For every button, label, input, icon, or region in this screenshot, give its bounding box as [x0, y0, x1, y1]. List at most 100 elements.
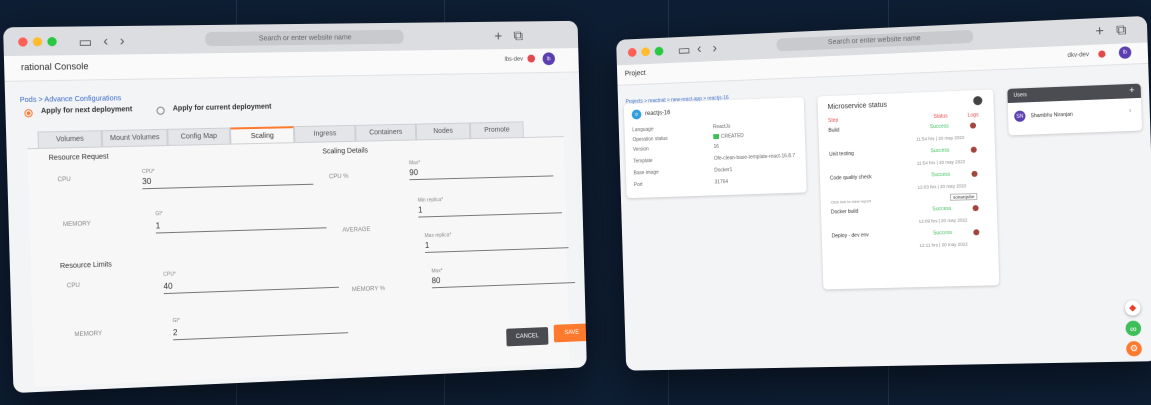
- detail-key: Base image: [633, 169, 659, 177]
- new-tab-icon[interactable]: +: [494, 28, 502, 44]
- minimize-window-dot[interactable]: [641, 47, 651, 57]
- limits-memory-value: 2: [172, 328, 178, 338]
- request-memory-label: MEMORY: [62, 221, 91, 229]
- cancel-button[interactable]: CANCEL: [506, 327, 549, 347]
- notification-icon[interactable]: [527, 54, 536, 63]
- tab-label: Ingress: [313, 130, 337, 138]
- users-card: Users + SN Shambhu Niranjan ›: [1007, 83, 1143, 136]
- cancel-button-label: CANCEL: [515, 333, 539, 341]
- request-memory-input[interactable]: 1: [155, 216, 327, 234]
- tab-label: Scaling: [250, 132, 274, 140]
- radio-next-deployment[interactable]: [24, 109, 33, 118]
- detail-value: 16: [713, 143, 720, 150]
- gitlab-fab-icon[interactable]: ◆: [1124, 300, 1141, 316]
- min-replicas-input[interactable]: 1: [418, 201, 562, 218]
- tabs-overview-icon[interactable]: ⧉: [513, 27, 523, 43]
- scaling-cpu-label: CPU %: [328, 173, 349, 181]
- sonar-note: Click link to view report: [830, 198, 872, 205]
- close-window-dot[interactable]: [18, 37, 28, 47]
- save-button[interactable]: SAVE: [553, 323, 587, 343]
- forward-arrow-icon[interactable]: ›: [712, 39, 717, 55]
- users-card-header: Users +: [1007, 83, 1142, 104]
- user-avatar[interactable]: lb: [542, 52, 556, 66]
- step-name: Build: [828, 127, 840, 134]
- log-icon[interactable]: [970, 146, 977, 153]
- minimize-window-dot[interactable]: [32, 37, 43, 47]
- detail-key: Language: [632, 126, 654, 134]
- log-icon[interactable]: [972, 205, 979, 212]
- column-header-logs: Logs: [967, 112, 979, 119]
- sonarqube-link[interactable]: sonarqube: [949, 192, 978, 201]
- address-bar-text: Search or enter website name: [258, 33, 352, 43]
- scaling-cpu-input[interactable]: 90: [409, 164, 554, 181]
- maximize-window-dot[interactable]: [654, 46, 664, 56]
- limits-memory-field-label: GI*: [172, 317, 181, 325]
- request-cpu-input[interactable]: 30: [142, 172, 314, 190]
- scaling-memory-value: 80: [431, 276, 441, 286]
- sidebar-toggle-icon[interactable]: ▭: [677, 41, 690, 57]
- address-bar[interactable]: Search or enter website name: [205, 29, 404, 47]
- scaling-memory-input[interactable]: 80: [431, 271, 576, 289]
- tab-promote[interactable]: Promote: [469, 121, 524, 139]
- github-icon[interactable]: [973, 95, 983, 106]
- limits-cpu-input[interactable]: 40: [163, 275, 340, 295]
- tab-config-map[interactable]: Config Map: [167, 127, 231, 146]
- maximize-window-dot[interactable]: [47, 36, 57, 47]
- step-name: Docker build: [830, 208, 859, 216]
- notification-icon[interactable]: [1098, 50, 1106, 58]
- back-arrow-icon[interactable]: ‹: [103, 32, 108, 48]
- sidebar-toggle-icon[interactable]: ▭: [78, 33, 92, 50]
- chevron-right-icon[interactable]: ›: [1129, 107, 1132, 114]
- tab-scaling[interactable]: Scaling: [229, 126, 295, 144]
- tab-nodes[interactable]: Nodes: [415, 122, 471, 140]
- tabs-overview-icon[interactable]: ⧉: [1116, 21, 1127, 38]
- user-avatar[interactable]: lb: [1118, 46, 1132, 59]
- link-fab-icon[interactable]: ∞: [1125, 320, 1142, 337]
- min-replicas-field-label: Min replica*: [417, 197, 444, 204]
- users-card-title: Users: [1013, 92, 1027, 99]
- max-replicas-input[interactable]: 1: [424, 236, 569, 253]
- radio-current-deployment-label: Apply for current deployment: [172, 103, 272, 113]
- user-initials: SN: [1016, 113, 1024, 120]
- limits-cpu-field-label: CPU*: [163, 271, 176, 278]
- microservice-status-card: Microservice status Step Status Logs Bui…: [817, 89, 1000, 290]
- tab-label: Config Map: [180, 132, 218, 141]
- back-arrow-icon[interactable]: ‹: [697, 40, 702, 56]
- save-button-label: SAVE: [564, 329, 580, 337]
- tab-label: Promote: [484, 126, 510, 134]
- forward-arrow-icon[interactable]: ›: [119, 32, 124, 48]
- plus-icon[interactable]: +: [1129, 85, 1135, 95]
- scaling-cpu-value: 90: [409, 168, 419, 178]
- min-replicas-value: 1: [418, 205, 423, 215]
- tab-containers[interactable]: Containers: [355, 123, 417, 141]
- scaling-memory-field-label: Max*: [431, 268, 443, 275]
- max-replicas-value: 1: [424, 240, 430, 250]
- settings-fab-icon[interactable]: ⚙: [1125, 340, 1143, 357]
- detail-value: ReactJs: [712, 123, 731, 131]
- radio-current-deployment[interactable]: [156, 106, 165, 115]
- step-status: Success: [932, 205, 952, 213]
- detail-value: CREATED: [720, 133, 744, 140]
- address-bar-text: Search or enter website name: [827, 35, 921, 47]
- tab-mount-volumes[interactable]: Mount Volumes: [101, 128, 168, 147]
- user-avatar[interactable]: SN: [1014, 110, 1026, 122]
- close-window-dot[interactable]: [627, 47, 637, 58]
- log-icon[interactable]: [969, 122, 977, 129]
- address-bar[interactable]: Search or enter website name: [776, 29, 974, 52]
- tab-ingress[interactable]: Ingress: [293, 124, 356, 143]
- status-badge: [713, 133, 720, 140]
- average-label: AVERAGE: [342, 226, 371, 234]
- tab-label: Volumes: [55, 135, 84, 144]
- step-time: 11:54 hrs | 20 may 2022: [916, 134, 965, 142]
- detail-value: 31764: [714, 179, 729, 186]
- log-icon[interactable]: [971, 170, 978, 178]
- tab-volumes[interactable]: Volumes: [37, 130, 103, 148]
- request-cpu-value: 30: [142, 176, 152, 187]
- breadcrumb-text[interactable]: Pods > Advance Configurations: [20, 95, 122, 104]
- limits-memory-input[interactable]: 2: [172, 321, 349, 341]
- scaling-panel: Resource Request CPU CPU* 30 MEMORY GI* …: [27, 136, 587, 388]
- new-tab-icon[interactable]: +: [1095, 22, 1104, 39]
- tab-label: Containers: [369, 128, 403, 137]
- log-icon[interactable]: [973, 229, 980, 236]
- resource-limits-title: Resource Limits: [59, 261, 112, 271]
